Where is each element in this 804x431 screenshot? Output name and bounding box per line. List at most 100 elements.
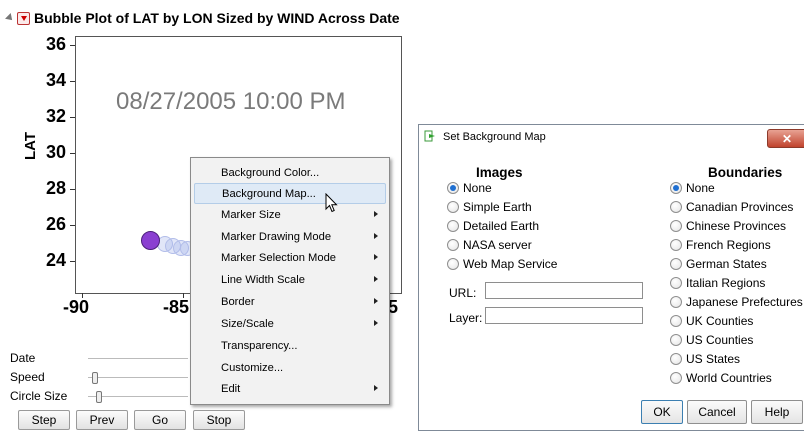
y-tick-label: 34 xyxy=(45,70,66,90)
y-tick-label: 28 xyxy=(45,178,66,198)
cancel-button[interactable]: Cancel xyxy=(687,400,747,424)
step-button[interactable]: Step xyxy=(18,410,70,430)
y-tick-mark xyxy=(70,45,75,46)
radio-icon xyxy=(670,201,682,213)
radio-boundary-french-regions[interactable]: French Regions xyxy=(670,237,771,253)
radio-boundary-italian-regions[interactable]: Italian Regions xyxy=(670,275,765,291)
submenu-arrow-icon xyxy=(374,298,378,304)
y-tick-label: 24 xyxy=(45,250,66,270)
date-label: Date xyxy=(10,351,36,365)
circle-size-label: Circle Size xyxy=(10,389,68,403)
y-tick-label: 26 xyxy=(45,214,66,234)
close-button[interactable]: ✕ xyxy=(767,129,804,148)
url-input[interactable] xyxy=(485,282,643,299)
set-background-map-dialog: Set Background Map ✕ Images None Simple … xyxy=(418,124,804,431)
prev-button[interactable]: Prev xyxy=(76,410,128,430)
date-overlay: 08/27/2005 10:00 PM xyxy=(116,88,346,115)
app-icon xyxy=(424,130,435,142)
radio-boundary-chinese-provinces[interactable]: Chinese Provinces xyxy=(670,218,786,234)
layer-input[interactable] xyxy=(485,307,643,324)
report-header: Bubble Plot of LAT by LON Sized by WIND … xyxy=(5,8,400,28)
radio-icon xyxy=(670,277,682,289)
y-tick-mark xyxy=(70,153,75,154)
help-button[interactable]: Help xyxy=(751,400,803,424)
menu-item-marker-drawing-mode[interactable]: Marker Drawing Mode xyxy=(194,226,386,247)
radio-boundary-us-counties[interactable]: US Counties xyxy=(670,332,753,348)
radio-image-web-map-service[interactable]: Web Map Service xyxy=(447,256,557,272)
date-slider[interactable] xyxy=(88,358,188,359)
dialog-title: Set Background Map xyxy=(443,131,546,143)
radio-icon xyxy=(447,239,459,251)
circle-size-slider[interactable] xyxy=(88,396,188,397)
radio-image-none[interactable]: None xyxy=(447,180,492,196)
submenu-arrow-icon xyxy=(374,276,378,282)
menu-item-marker-size[interactable]: Marker Size xyxy=(194,204,386,225)
radio-icon xyxy=(670,258,682,270)
close-icon: ✕ xyxy=(781,131,793,146)
disclosure-icon[interactable] xyxy=(5,13,15,23)
menu-item-customize[interactable]: Customize... xyxy=(194,357,386,378)
radio-image-nasa-server[interactable]: NASA server xyxy=(447,237,532,253)
speed-slider[interactable] xyxy=(88,377,188,378)
y-tick-mark xyxy=(70,225,75,226)
menu-item-background-color[interactable]: Background Color... xyxy=(194,162,386,183)
red-triangle-menu-icon[interactable] xyxy=(17,11,30,25)
submenu-arrow-icon xyxy=(374,385,378,391)
layer-label: Layer: xyxy=(449,311,483,325)
images-heading: Images xyxy=(476,165,523,180)
radio-boundary-us-states[interactable]: US States xyxy=(670,351,740,367)
submenu-arrow-icon xyxy=(374,233,378,239)
radio-icon xyxy=(447,258,459,270)
radio-icon xyxy=(670,334,682,346)
radio-boundary-german-states[interactable]: German States xyxy=(670,256,767,272)
radio-image-detailed-earth[interactable]: Detailed Earth xyxy=(447,218,539,234)
x-tick-label: -85 xyxy=(163,297,190,317)
y-tick-mark xyxy=(70,189,75,190)
radio-boundary-none[interactable]: None xyxy=(670,180,715,196)
radio-icon xyxy=(447,201,459,213)
y-tick-label: 30 xyxy=(45,142,66,162)
context-menu: Background Color... Background Map... Ma… xyxy=(190,157,390,405)
radio-boundary-canadian-provinces[interactable]: Canadian Provinces xyxy=(670,199,793,215)
menu-item-line-width-scale[interactable]: Line Width Scale xyxy=(194,269,386,290)
submenu-arrow-icon xyxy=(374,211,378,217)
radio-boundary-world-countries[interactable]: World Countries xyxy=(670,370,772,386)
radio-selected-icon xyxy=(447,182,459,194)
mouse-cursor-icon xyxy=(325,193,338,213)
submenu-arrow-icon xyxy=(374,320,378,326)
radio-icon xyxy=(447,220,459,232)
radio-selected-icon xyxy=(670,182,682,194)
speed-label: Speed xyxy=(10,370,45,384)
radio-icon xyxy=(670,372,682,384)
y-tick-mark xyxy=(70,117,75,118)
radio-boundary-japanese-prefectures[interactable]: Japanese Prefectures xyxy=(670,294,803,310)
menu-item-size-scale[interactable]: Size/Scale xyxy=(194,313,386,334)
ok-button[interactable]: OK xyxy=(641,400,683,424)
menu-item-edit[interactable]: Edit xyxy=(194,378,386,399)
y-tick-mark xyxy=(70,81,75,82)
circle-size-slider-thumb[interactable] xyxy=(96,391,102,403)
radio-icon xyxy=(670,315,682,327)
radio-icon xyxy=(670,220,682,232)
dialog-titlebar[interactable]: Set Background Map ✕ xyxy=(419,125,804,149)
radio-image-simple-earth[interactable]: Simple Earth xyxy=(447,199,532,215)
x-tick-label: -90 xyxy=(63,297,90,317)
speed-slider-thumb[interactable] xyxy=(92,372,98,384)
menu-item-border[interactable]: Border xyxy=(194,291,386,312)
menu-item-background-map[interactable]: Background Map... xyxy=(194,183,386,204)
menu-item-marker-selection-mode[interactable]: Marker Selection Mode xyxy=(194,247,386,268)
y-tick-label: 36 xyxy=(45,34,66,54)
go-button[interactable]: Go xyxy=(134,410,186,430)
radio-boundary-uk-counties[interactable]: UK Counties xyxy=(670,313,753,329)
boundaries-heading: Boundaries xyxy=(708,165,783,180)
report-title: Bubble Plot of LAT by LON Sized by WIND … xyxy=(34,10,400,26)
y-tick-label: 32 xyxy=(45,106,66,126)
menu-item-transparency[interactable]: Transparency... xyxy=(194,335,386,356)
url-label: URL: xyxy=(449,286,477,300)
stop-button[interactable]: Stop xyxy=(193,410,245,430)
radio-icon xyxy=(670,239,682,251)
current-bubble[interactable] xyxy=(141,231,160,250)
radio-icon xyxy=(670,353,682,365)
y-tick-mark xyxy=(70,261,75,262)
radio-icon xyxy=(670,296,682,308)
